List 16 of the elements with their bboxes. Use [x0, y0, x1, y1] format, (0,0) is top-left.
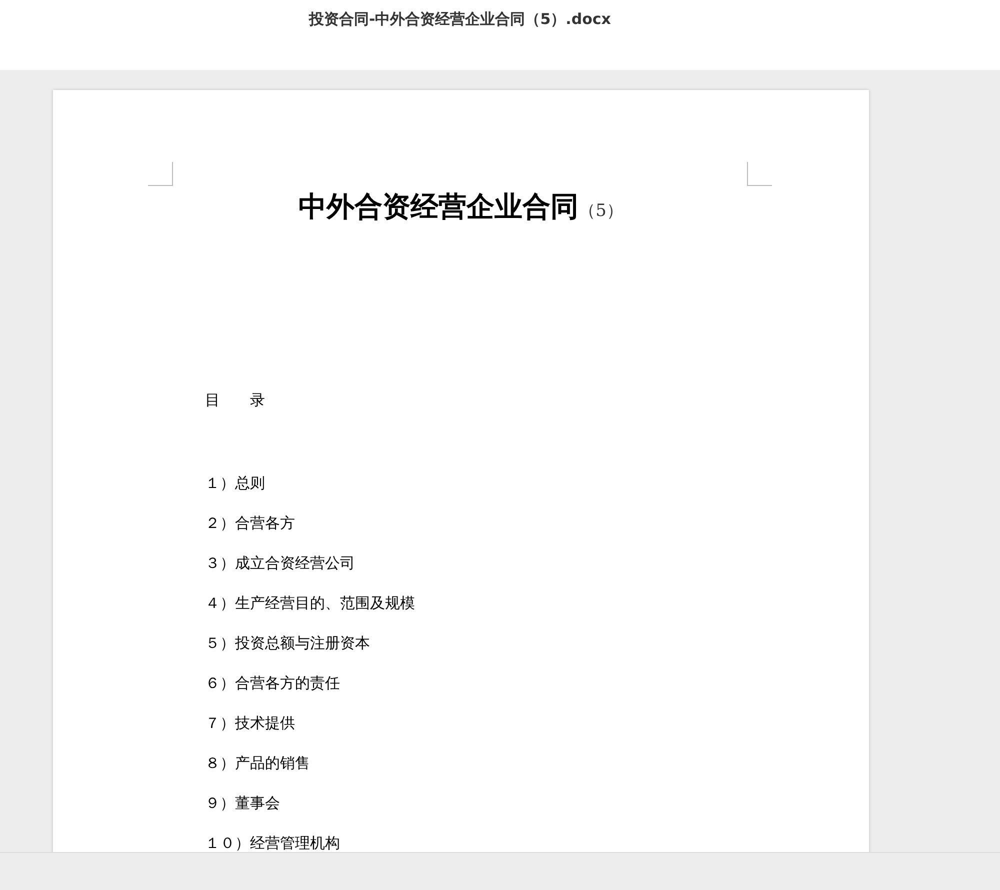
margin-corner-mark [747, 162, 772, 186]
toc-entry: ８）产品的销售 [205, 753, 311, 773]
toc-entry: ２）合营各方 [205, 513, 296, 533]
toc-entry: ９）董事会 [205, 793, 281, 813]
toc-entry: ４）生产经营目的、范围及规模 [205, 593, 416, 613]
title-number: （5） [578, 200, 624, 222]
toc-entry: ７）技术提供 [205, 713, 296, 733]
document-title: 中外合资经营企业合同 [298, 189, 579, 225]
toc-entry: ３）成立合资经营公司 [205, 553, 356, 573]
toc-entry: １０）经营管理机构 [205, 833, 341, 853]
window-title: 投资合同-中外合资经营企业合同（5）.docx [309, 10, 611, 30]
margin-corner-mark [148, 162, 173, 186]
toc-heading: 目 录 [205, 391, 266, 411]
toc-entry: ５）投资总额与注册资本 [205, 633, 371, 653]
toc-entry: １）总则 [205, 473, 266, 493]
toc-entry: ６）合营各方的责任 [205, 673, 341, 693]
